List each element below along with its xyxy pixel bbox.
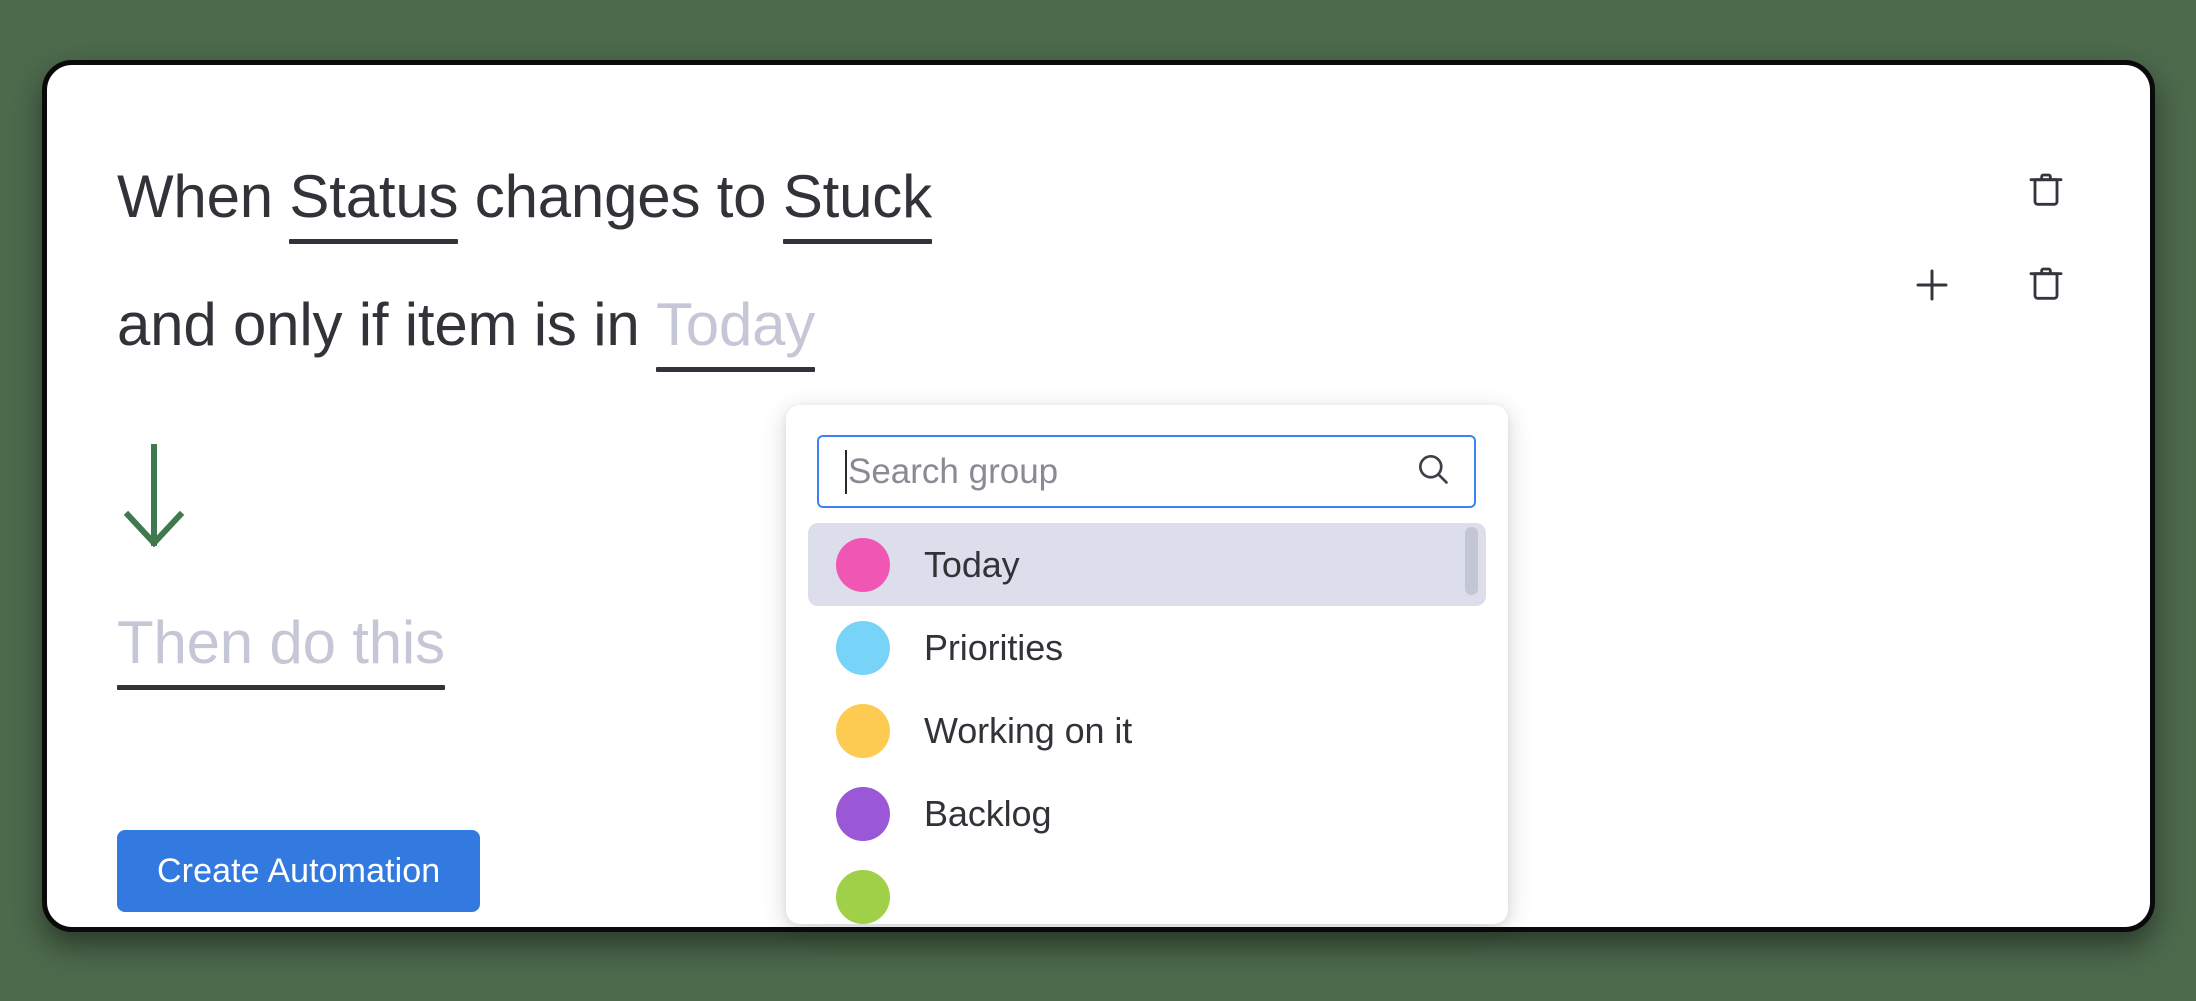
trigger-middle-text: changes to [458, 163, 783, 230]
options-scrollbar-thumb[interactable] [1465, 527, 1478, 595]
group-color-dot [836, 869, 890, 924]
group-color-dot [836, 786, 890, 841]
group-option-label: Backlog [924, 792, 1052, 834]
group-color-dot [836, 537, 890, 592]
condition-group-token[interactable]: Today [655, 295, 815, 372]
flow-down-arrow-icon [119, 443, 189, 553]
trigger-row-actions [2018, 163, 2074, 219]
group-search-field[interactable] [817, 435, 1476, 508]
trigger-sentence: When Status changes to Stuck [117, 163, 932, 244]
then-do-this-token[interactable]: Then do this [117, 613, 445, 690]
add-condition-icon[interactable] [1904, 257, 1960, 313]
trigger-column-token[interactable]: Status [289, 167, 459, 244]
condition-prefix-text: and only if item is in [117, 291, 656, 358]
group-option-priorities[interactable]: Priorities [808, 606, 1486, 689]
group-option-backlog[interactable]: Backlog [808, 772, 1486, 855]
search-icon [1414, 450, 1452, 493]
group-option-label: Working on it [924, 709, 1133, 751]
group-option-label: Today [924, 543, 1020, 585]
group-color-dot [836, 703, 890, 758]
then-do-this-row: Then do this [117, 613, 445, 690]
create-automation-button[interactable]: Create Automation [117, 830, 481, 912]
delete-condition-icon[interactable] [2018, 257, 2074, 313]
group-color-dot [836, 620, 890, 675]
delete-trigger-icon[interactable] [2018, 163, 2074, 219]
trigger-value-token[interactable]: Stuck [782, 167, 932, 244]
trigger-prefix-text: When [117, 163, 290, 230]
group-picker-dropdown: Today Priorities Working on it Backlog [786, 405, 1508, 924]
group-option-label: Priorities [924, 626, 1064, 668]
condition-sentence: and only if item is in Today [117, 291, 815, 372]
automation-recipe-card: When Status changes to Stuck and only if… [42, 60, 2155, 932]
condition-row-actions [1904, 257, 2074, 313]
group-option-partial[interactable] [808, 855, 1486, 924]
group-option-working-on-it[interactable]: Working on it [808, 689, 1486, 772]
group-option-today[interactable]: Today [808, 523, 1486, 606]
group-options-list[interactable]: Today Priorities Working on it Backlog [786, 523, 1508, 924]
search-input[interactable] [847, 451, 1414, 492]
